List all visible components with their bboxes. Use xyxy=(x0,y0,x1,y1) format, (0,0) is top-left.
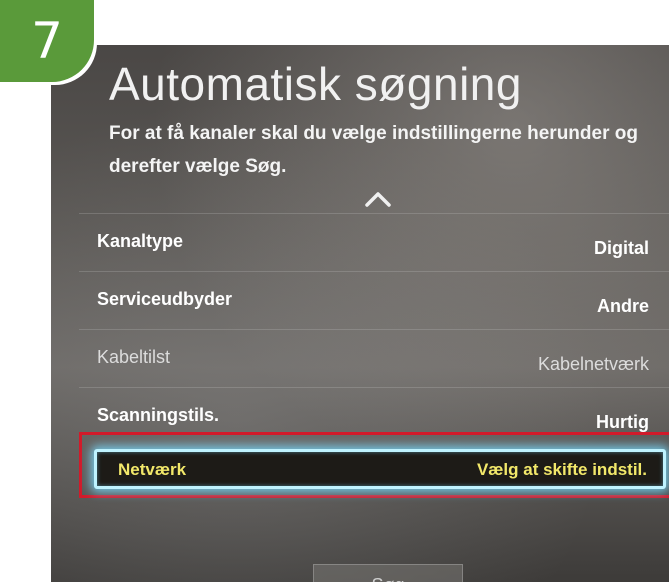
setting-row-channel-type[interactable]: Kanaltype Digital xyxy=(79,213,669,271)
setting-value: Andre xyxy=(596,296,649,316)
chevron-up-icon[interactable] xyxy=(363,188,393,210)
setting-value: Digital xyxy=(593,238,649,258)
setting-label: Kabeltilst xyxy=(97,347,171,367)
setting-row-cable-mode[interactable]: Kabeltilst Kabelnetværk xyxy=(79,329,669,387)
tv-screen: Automatisk søgning For at få kanaler ska… xyxy=(51,45,669,582)
setting-label: Netværk xyxy=(118,460,187,479)
setting-value: Hurtig xyxy=(596,412,649,432)
step-number-badge: 7 xyxy=(0,0,94,82)
setting-label: Scanningstils. xyxy=(97,405,220,425)
setting-row-service-provider[interactable]: Serviceudbyder Andre xyxy=(79,271,669,329)
setting-label: Serviceudbyder xyxy=(97,289,233,309)
page-instructions: For at få kanaler skal du vælge indstill… xyxy=(109,123,638,177)
settings-list: Kanaltype Digital Serviceudbyder Andre K… xyxy=(79,213,669,445)
setting-value: Vælg at skifte indstil. xyxy=(476,460,647,479)
setting-value: Kabelnetværk xyxy=(537,354,649,374)
setting-row-network-selected[interactable]: Netværk Vælg at skifte indstil. xyxy=(94,449,666,489)
page-title: Automatisk søgning xyxy=(109,58,522,110)
setting-label: Kanaltype xyxy=(97,231,184,251)
search-button[interactable]: Søg xyxy=(313,564,463,582)
